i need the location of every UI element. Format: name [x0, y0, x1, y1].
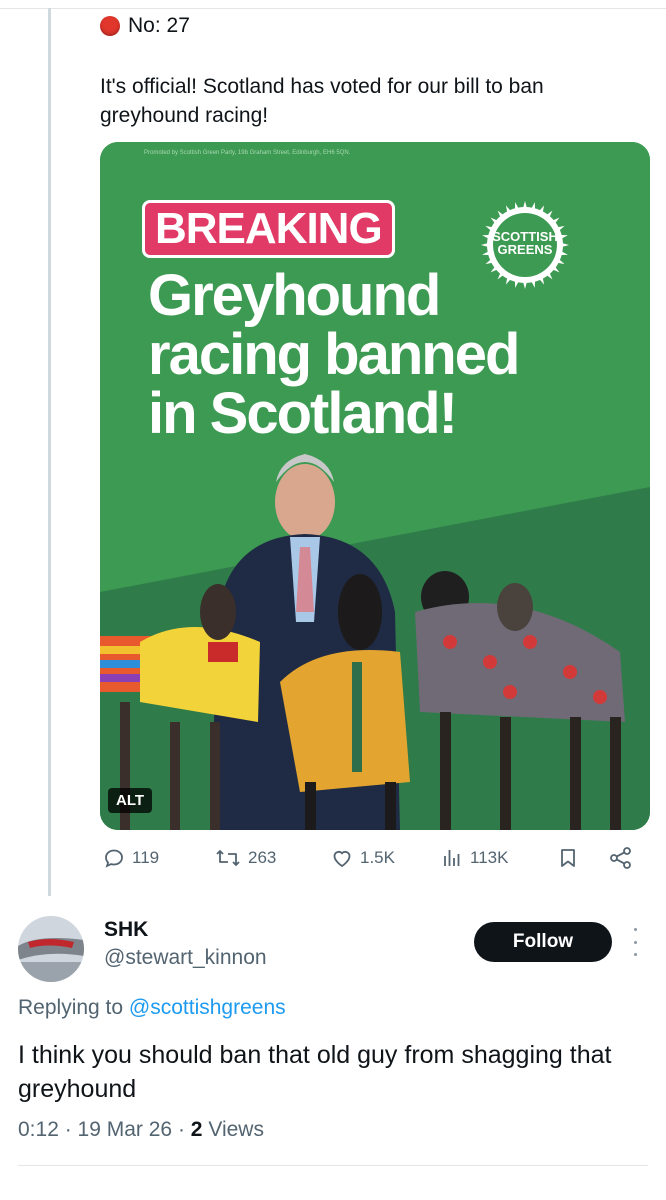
reply-date[interactable]: 19 Mar 26 — [78, 1118, 173, 1141]
more-options-icon[interactable] — [628, 928, 642, 956]
reply-icon — [105, 849, 123, 868]
tweet-media-image[interactable]: Promoted by Scottish Green Party, 19b Gr… — [100, 142, 650, 830]
views-count: 113K — [470, 848, 509, 867]
bottom-divider — [18, 1165, 648, 1166]
headline-line: racing banned — [148, 322, 520, 387]
red-circle-icon — [100, 16, 120, 36]
logo-text: SCOTTISH GREENS — [480, 230, 570, 256]
logo-line: GREENS — [497, 242, 553, 257]
status-line: No: 27 — [100, 14, 190, 38]
share-action[interactable] — [608, 846, 634, 870]
tweet-text: It's official! Scotland has voted for ou… — [100, 75, 544, 127]
like-count: 1.5K — [360, 848, 395, 867]
replying-to-line: Replying to @scottishgreens — [18, 996, 286, 1020]
views-action[interactable]: 113K — [440, 846, 508, 870]
reply-meta: 0:12 · 19 Mar 26 · 2 Views — [18, 1118, 264, 1141]
alt-text-badge[interactable]: ALT — [108, 788, 153, 813]
reply-action[interactable]: 119 — [102, 846, 159, 870]
follow-button[interactable]: Follow — [474, 922, 612, 962]
heart-icon — [333, 850, 351, 868]
bookmark-action[interactable] — [556, 846, 580, 870]
tweet-action-bar: 119 263 1.5K 113K — [100, 846, 640, 878]
like-action[interactable]: 1.5K — [330, 846, 395, 870]
replying-to-link[interactable]: @scottishgreens — [129, 996, 286, 1019]
top-divider — [0, 8, 666, 9]
replying-prefix: Replying to — [18, 996, 129, 1019]
promoted-by-line: Promoted by Scottish Green Party, 19b Gr… — [144, 150, 351, 156]
repost-icon — [216, 850, 240, 866]
status-label: No: 27 — [128, 14, 190, 37]
reply-views-label: Views — [208, 1118, 264, 1141]
poster-headline: Greyhound racing banned in Scotland! — [148, 266, 578, 443]
breaking-badge: BREAKING — [142, 200, 395, 258]
share-icon — [610, 847, 631, 869]
reply-time[interactable]: 0:12 — [18, 1118, 59, 1141]
reply-count: 119 — [132, 848, 160, 867]
repost-count: 263 — [248, 848, 277, 867]
analytics-icon — [444, 850, 460, 866]
headline-line: in Scotland! — [148, 381, 458, 446]
reply-views-count: 2 — [190, 1118, 203, 1141]
reply-author-handle[interactable]: @stewart_kinnon — [104, 946, 267, 970]
reply-text: I think you should ban that old guy from… — [18, 1041, 612, 1103]
thread-connector-line — [48, 8, 51, 896]
reply-author-name[interactable]: SHK — [104, 918, 148, 942]
bookmark-icon — [561, 849, 575, 867]
avatar[interactable] — [18, 916, 84, 982]
repost-action[interactable]: 263 — [214, 846, 276, 870]
avatar-image — [18, 916, 84, 982]
